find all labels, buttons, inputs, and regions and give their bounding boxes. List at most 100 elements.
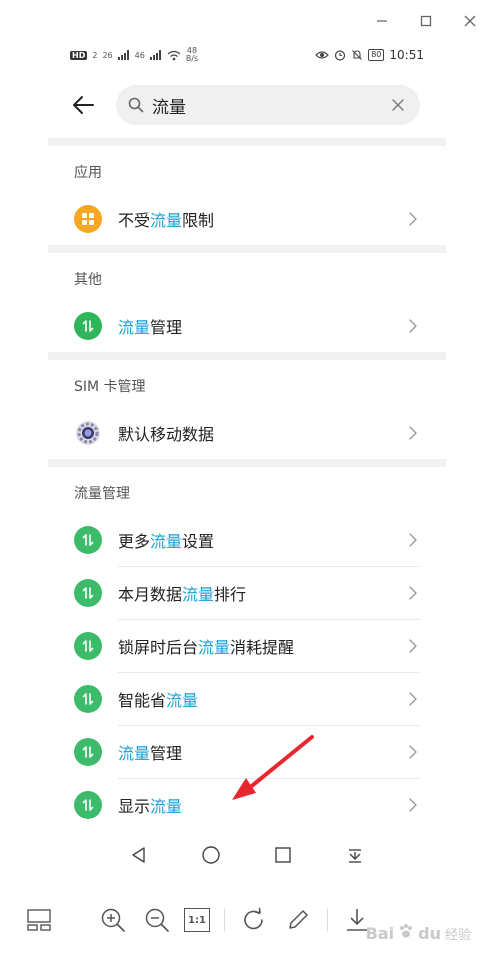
- label-highlight: 流量: [150, 210, 183, 230]
- label-text: 管理: [150, 743, 183, 763]
- thumbnail-layout-icon[interactable]: [24, 905, 54, 935]
- data-transfer-icon: [74, 578, 102, 607]
- net-speed: 48 B/s: [186, 47, 198, 63]
- watermark-sub: 经验: [444, 928, 471, 943]
- label-highlight: 流量: [182, 584, 215, 604]
- label-highlight: 流量: [118, 317, 151, 337]
- window-controls: [371, 10, 481, 32]
- data-transfer-icon: [74, 631, 102, 660]
- label-text: 默认移动数据: [118, 424, 215, 444]
- back-arrow-icon[interactable]: [72, 90, 102, 120]
- result-item[interactable]: 默认移动数据: [74, 406, 420, 459]
- chevron-right-icon: [406, 744, 420, 759]
- status-time: 10:51: [389, 48, 424, 62]
- result-item-label: 默认移动数据: [118, 421, 406, 445]
- result-item[interactable]: 智能省流量: [74, 672, 420, 725]
- result-section: 其他流量管理: [48, 253, 446, 352]
- result-item[interactable]: 显示流量: [74, 778, 420, 831]
- nav-notification-icon[interactable]: [343, 843, 367, 867]
- chevron-right-icon: [406, 532, 420, 547]
- signal-icon: [117, 50, 129, 60]
- chevron-right-icon: [406, 318, 420, 333]
- signal-icon-2: [149, 50, 161, 60]
- result-section: SIM 卡管理 默认移动数据: [48, 360, 446, 459]
- search-icon: [128, 97, 144, 113]
- toolbar-separator: [224, 908, 225, 932]
- data-transfer-icon: [74, 790, 102, 819]
- result-item[interactable]: 更多流量设置: [74, 513, 420, 566]
- close-window-icon[interactable]: [459, 10, 481, 32]
- section-title: 流量管理: [74, 486, 130, 502]
- result-item-label: 流量管理: [118, 314, 406, 338]
- minimize-icon[interactable]: [371, 10, 393, 32]
- watermark-brand: Bai: [365, 924, 395, 943]
- result-item[interactable]: 流量管理: [74, 725, 420, 778]
- section-title: 其他: [74, 272, 102, 288]
- data-transfer-icon: [74, 737, 102, 766]
- chevron-right-icon: [406, 638, 420, 653]
- label-text: 更多: [118, 531, 151, 551]
- rotate-icon[interactable]: [239, 905, 269, 935]
- wifi-icon: [167, 50, 181, 60]
- nav-back-icon[interactable]: [127, 843, 151, 867]
- net-speed-unit: B/s: [185, 54, 199, 63]
- result-item-label: 流量管理: [118, 740, 406, 764]
- search-header: [48, 72, 446, 138]
- actual-size-label: 1:1: [188, 914, 206, 926]
- status-bar: HD 2 26 46 48 B/s 80 10:51: [48, 38, 446, 72]
- network-26-label: 26: [102, 50, 113, 60]
- edit-pen-icon[interactable]: [283, 905, 313, 935]
- label-highlight: 流量: [150, 796, 183, 816]
- actual-size-button[interactable]: 1:1: [184, 908, 210, 932]
- label-text: 锁屏时后台: [118, 637, 199, 657]
- result-item[interactable]: 锁屏时后台流量消耗提醒: [74, 619, 420, 672]
- label-text: 限制: [182, 210, 215, 230]
- label-text: 消耗提醒: [230, 637, 295, 657]
- zoom-in-icon[interactable]: [98, 905, 128, 935]
- maximize-icon[interactable]: [415, 10, 437, 32]
- result-item[interactable]: 不受流量限制: [74, 192, 420, 245]
- label-text: 智能省: [118, 690, 167, 710]
- label-text: 排行: [214, 584, 247, 604]
- nav-home-icon[interactable]: [199, 843, 223, 867]
- battery-icon: 80: [368, 49, 385, 61]
- search-input[interactable]: [152, 95, 388, 115]
- label-text: 显示: [118, 796, 151, 816]
- section-title: 应用: [74, 165, 102, 181]
- system-nav-bar: [48, 830, 446, 880]
- chevron-right-icon: [406, 425, 420, 440]
- result-item-label: 锁屏时后台流量消耗提醒: [118, 634, 406, 658]
- clear-icon[interactable]: [388, 95, 408, 115]
- result-item-label: 智能省流量: [118, 687, 406, 711]
- chevron-right-icon: [406, 585, 420, 600]
- mute-bell-icon: [352, 50, 363, 60]
- data-transfer-icon: [74, 525, 102, 554]
- phone-screen: HD 2 26 46 48 B/s 80 10:51 流量 应用 不受流量限制 …: [48, 38, 446, 880]
- settings-gear-icon: [74, 419, 102, 447]
- paw-logo-icon: [400, 924, 413, 938]
- data-transfer-icon: [74, 311, 102, 340]
- nav-recent-icon[interactable]: [271, 843, 295, 867]
- label-text: 管理: [150, 317, 183, 337]
- zoom-out-icon[interactable]: [142, 905, 172, 935]
- result-item-label: 更多流量设置: [118, 528, 406, 552]
- result-item[interactable]: 本月数据流量排行: [74, 566, 420, 619]
- search-box[interactable]: [116, 85, 420, 125]
- result-item-label: 本月数据流量排行: [118, 581, 406, 605]
- result-section: 应用不受流量限制: [48, 146, 446, 245]
- chevron-right-icon: [406, 797, 420, 812]
- baidu-watermark: Bai du 经验: [366, 923, 471, 943]
- toolbar-separator-2: [327, 908, 328, 932]
- result-item-label: 不受流量限制: [118, 207, 406, 231]
- label-highlight: 流量: [118, 743, 151, 763]
- search-results: 应用 不受流量限制 其他 流量管理 SIM 卡管理 默认移动数据 流量管理 更多流量设置 本月数…: [48, 146, 446, 831]
- alarm-icon: [335, 50, 346, 61]
- hd-badge: HD: [70, 50, 88, 60]
- result-item[interactable]: 流量管理: [74, 299, 420, 352]
- grid-app-icon: [74, 204, 102, 233]
- sim1-label: 2: [92, 50, 98, 60]
- result-item-label: 显示流量: [118, 793, 406, 817]
- chevron-right-icon: [406, 211, 420, 226]
- network-46-label: 46: [134, 50, 145, 60]
- eye-icon: [315, 51, 330, 59]
